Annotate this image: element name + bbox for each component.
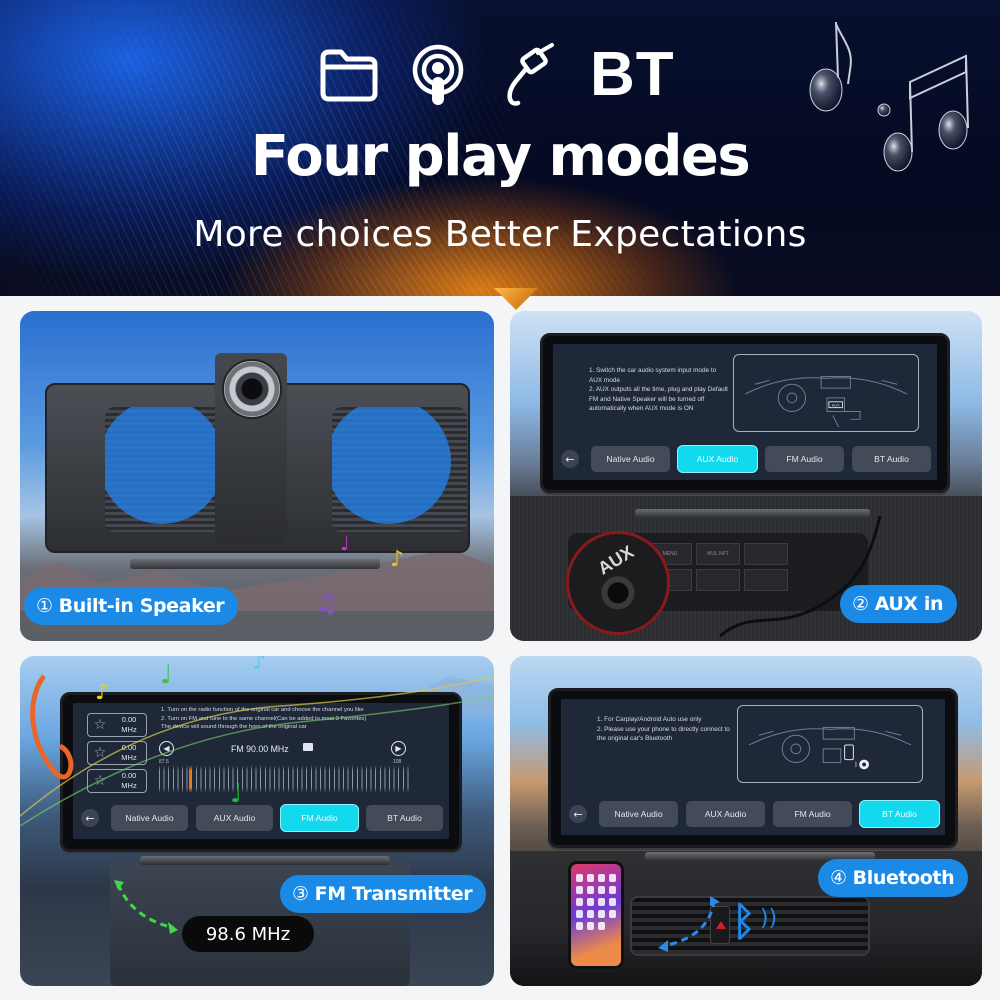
car-interior-diagram: ᛒ	[737, 705, 923, 783]
device-mount	[140, 856, 390, 865]
device-stand	[130, 559, 380, 569]
car-interior-diagram: AUX	[733, 354, 919, 432]
audio-mode-tabs: ← Native Audio AUX Audio FM Audio BT Aud…	[561, 446, 931, 472]
dashboard-diagram-icon: ᛒ	[748, 726, 912, 770]
tab-bt-audio[interactable]: BT Audio	[860, 801, 939, 827]
head-unit: 1. Switch the car audio system input mod…	[540, 333, 950, 493]
app-icons	[576, 874, 616, 930]
tab-aux-audio[interactable]: AUX Audio	[686, 801, 765, 827]
aux-cable-icon	[496, 43, 560, 107]
music-note-icon: ♫	[315, 589, 339, 619]
badge-number: ①	[36, 595, 53, 617]
music-note-icon: ♪	[95, 680, 110, 705]
panel-built-in-speaker: ♫ ♪ ♩ ① Built-in Speaker	[20, 311, 494, 641]
panel-fm-transmitter: 98.6 MHz 1. Turn on the radio function o…	[20, 656, 494, 986]
tab-native-audio[interactable]: Native Audio	[591, 446, 670, 472]
camera-lens	[222, 359, 282, 419]
back-arrow-icon[interactable]: ←	[561, 450, 579, 468]
badge-label: Built-in Speaker	[58, 595, 225, 617]
badge-built-in-speaker: ① Built-in Speaker	[24, 587, 239, 625]
badge-number: ②	[852, 593, 869, 615]
music-notes-icon	[798, 12, 978, 186]
back-arrow-icon[interactable]: ←	[569, 805, 587, 823]
badge-label: AUX in	[874, 593, 944, 615]
diagram-aux-label: AUX	[832, 403, 840, 408]
panel-aux-in: MENU MUL.NFT 1. Switch the car audio sys…	[510, 311, 982, 641]
signal-link-arrow-icon	[114, 880, 178, 934]
tab-aux-audio[interactable]: AUX Audio	[678, 446, 757, 472]
car-radio-frequency-display: 98.6 MHz	[182, 916, 314, 952]
signal-link-arrow-icon	[658, 896, 720, 952]
music-note-icon: ♪	[390, 547, 405, 572]
tab-native-audio[interactable]: Native Audio	[599, 801, 678, 827]
instructions-text: 1. Switch the car audio system input mod…	[589, 367, 728, 413]
play-mode-icons: BT	[318, 40, 675, 110]
music-staff-decoration	[20, 674, 494, 826]
badge-number: ④	[830, 867, 847, 889]
folder-icon	[318, 46, 380, 104]
head-unit: 1. For Carplay/Android Auto use only 2. …	[548, 688, 958, 848]
badge-fm-transmitter: ③ FM Transmitter	[280, 875, 487, 913]
badge-number: ③	[292, 883, 309, 905]
aux-port-closeup: AUX	[566, 531, 670, 635]
music-note-icon: ♩	[340, 531, 350, 555]
instructions-text: 1. For Carplay/Android Auto use only 2. …	[597, 716, 730, 743]
smartphone	[568, 861, 624, 969]
hero-divider-notch	[494, 288, 538, 310]
tab-fm-audio[interactable]: FM Audio	[773, 801, 852, 827]
badge-label: FM Transmitter	[314, 883, 473, 905]
music-note-icon: ♩	[230, 779, 243, 809]
music-note-icon: ♩	[160, 660, 173, 690]
aux-port-label: AUX	[594, 541, 638, 579]
dashboard-diagram-icon: AUX	[744, 375, 908, 428]
bt-label: BT	[590, 40, 675, 109]
tab-bt-audio[interactable]: BT Audio	[852, 446, 931, 472]
badge-bluetooth: ④ Bluetooth	[818, 859, 969, 897]
badge-label: Bluetooth	[852, 867, 955, 889]
audio-mode-tabs: ← Native Audio AUX Audio FM Audio BT Aud…	[569, 801, 939, 827]
head-unit-screen: 1. For Carplay/Android Auto use only 2. …	[561, 699, 945, 835]
badge-aux-in: ② AUX in	[840, 585, 958, 623]
panel-bluetooth: ᛒ )) 1. For Carplay/Android Auto use onl…	[510, 656, 982, 986]
head-unit-screen: 1. Switch the car audio system input mod…	[553, 344, 937, 480]
signal-waves-icon: ))	[760, 906, 778, 931]
hero-subtitle: More choices Better Expectations	[193, 214, 807, 255]
speaker-right	[332, 407, 467, 532]
podcast-broadcast-icon	[410, 43, 466, 107]
bluetooth-icon: ᛒ	[732, 899, 756, 945]
tab-fm-audio[interactable]: FM Audio	[765, 446, 844, 472]
device-mount	[635, 509, 870, 518]
svg-text:ᛒ: ᛒ	[854, 761, 858, 768]
music-note-icon: ♪	[252, 656, 267, 675]
hero-banner: BT Four play modes More choices Better E…	[0, 0, 1000, 296]
